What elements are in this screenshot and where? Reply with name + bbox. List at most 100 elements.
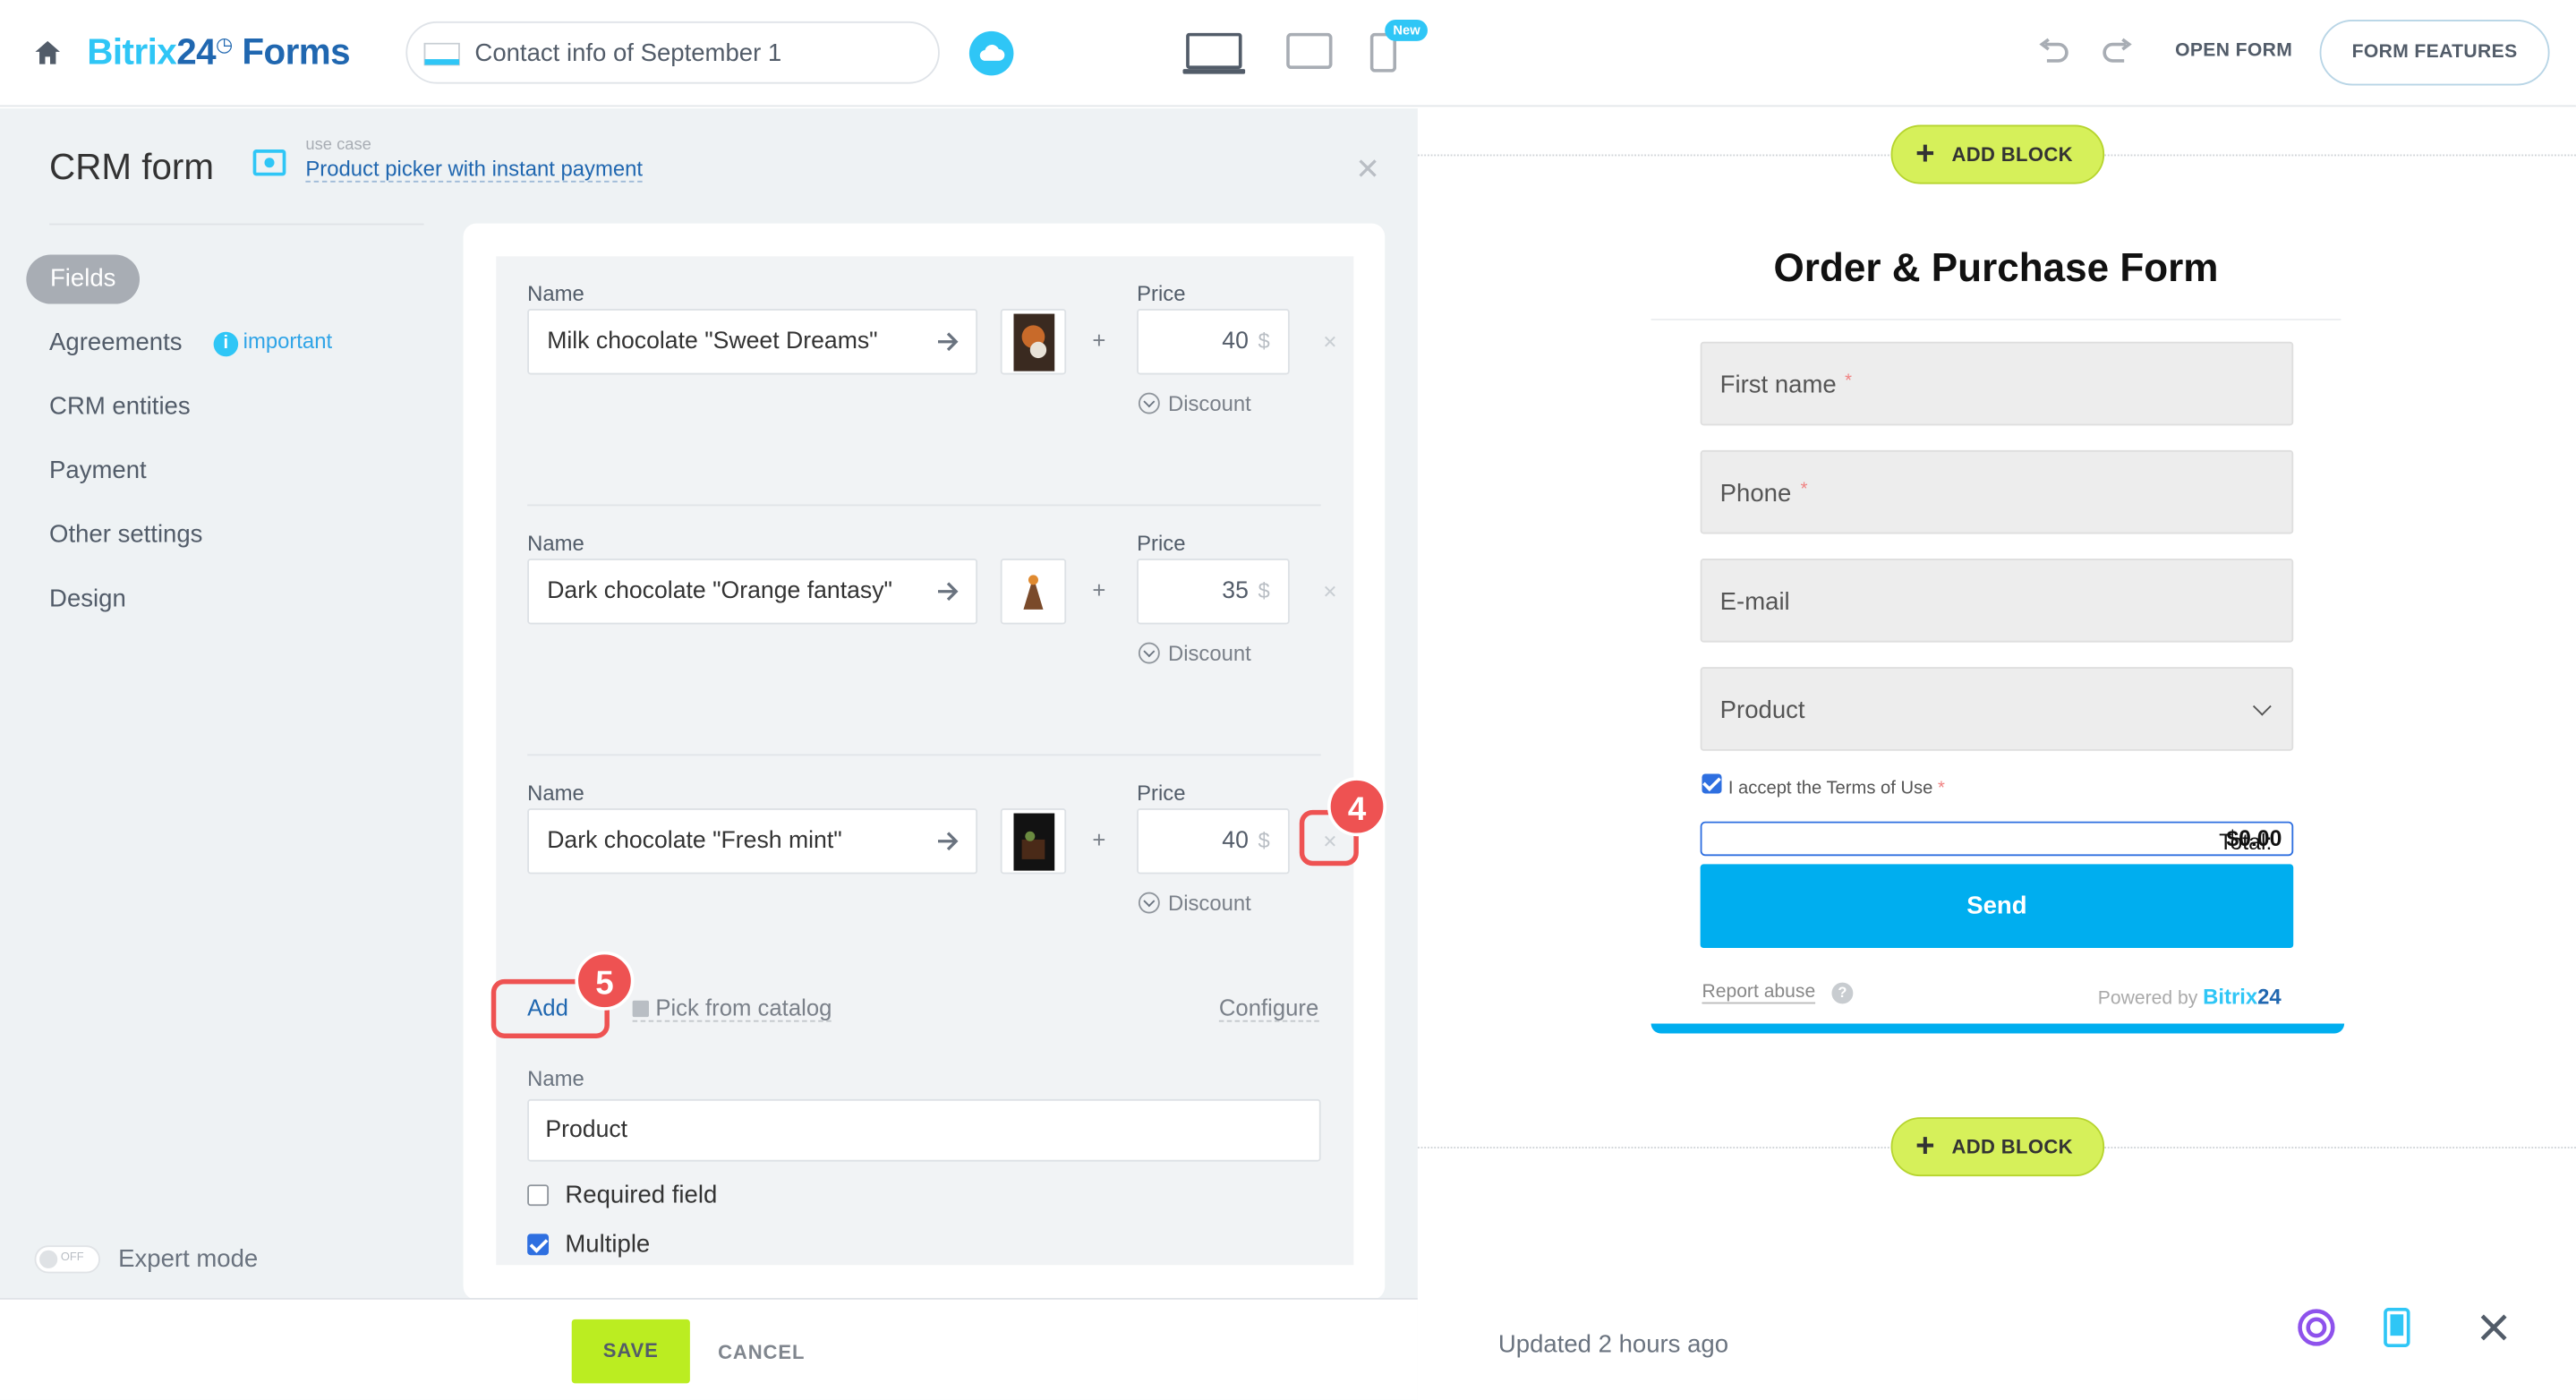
sidebar-item-fields[interactable]: Fields — [26, 254, 141, 304]
name-label: Name — [527, 280, 584, 306]
close-icon[interactable] — [2479, 1312, 2509, 1342]
cancel-button[interactable]: CANCEL — [718, 1341, 805, 1364]
configure-link[interactable]: Configure — [1218, 994, 1319, 1022]
brand-logo: Bitrix24◷ Forms — [87, 30, 351, 73]
redo-icon[interactable] — [2101, 38, 2134, 67]
sidebar-item-payment[interactable]: Payment — [49, 457, 147, 484]
sidebar-item-design[interactable]: Design — [49, 585, 126, 612]
product-image[interactable] — [1000, 559, 1067, 625]
send-button[interactable]: Send — [1700, 864, 2294, 949]
tablet-view-icon[interactable] — [1286, 32, 1333, 70]
open-form-button[interactable]: OPEN FORM — [2175, 41, 2292, 61]
product-name-field[interactable]: Dark chocolate "Fresh mint" — [527, 808, 978, 875]
add-image-button[interactable]: + — [1088, 578, 1111, 602]
product-row: Name Price Milk chocolate "Sweet Dreams"… — [496, 256, 1353, 507]
remove-product-icon[interactable]: ✕ — [1322, 332, 1337, 354]
form-features-button[interactable]: FORM FEATURES — [2319, 20, 2550, 86]
clock-icon: ◷ — [216, 32, 233, 56]
step-marker-5: 5 — [575, 951, 635, 1011]
name-label: Name — [527, 530, 584, 556]
terms-checkbox[interactable] — [1702, 773, 1722, 794]
field-name-label: Name — [527, 1066, 584, 1091]
product-image[interactable] — [1000, 808, 1067, 875]
arrow-right-icon[interactable] — [936, 830, 960, 853]
product-name-field[interactable]: Dark chocolate "Orange fantasy" — [527, 559, 978, 625]
copilot-icon[interactable] — [2297, 1308, 2336, 1347]
terms-label[interactable]: I accept the Terms of Use * — [1728, 779, 1945, 798]
form-preview: + ADD BLOCK Order & Purchase Form First n… — [1417, 108, 2576, 1400]
form-title-text: Contact info of September 1 — [474, 39, 782, 68]
discount-toggle[interactable]: Discount — [1138, 391, 1251, 415]
expert-mode-label: Expert mode — [118, 1245, 259, 1274]
discount-toggle[interactable]: Discount — [1138, 891, 1251, 915]
price-field[interactable]: 40 $ — [1137, 808, 1290, 875]
last-updated-text: Updated 2 hours ago — [1497, 1330, 1729, 1359]
multiple-checkbox[interactable] — [527, 1234, 550, 1256]
product-name-field[interactable]: Milk chocolate "Sweet Dreams" — [527, 309, 978, 375]
first-name-field[interactable]: First name * — [1700, 341, 2294, 426]
usecase-icon — [252, 149, 286, 176]
chocolate-image — [1013, 813, 1055, 871]
action-bar: SAVE CANCEL — [0, 1297, 1418, 1400]
multiple-label: Multiple — [565, 1230, 651, 1259]
arrow-right-icon[interactable] — [936, 580, 960, 603]
plus-icon: + — [1915, 1128, 1935, 1165]
required-field-label: Required field — [565, 1181, 718, 1209]
chevron-down-icon — [1138, 642, 1160, 664]
report-abuse-link[interactable]: Report abuse — [1702, 983, 1816, 1004]
expert-mode-toggle[interactable]: OFF — [34, 1245, 100, 1274]
mobile-preview-icon[interactable] — [2382, 1307, 2411, 1348]
phone-field[interactable]: Phone * — [1700, 449, 2294, 534]
sidebar-divider — [49, 223, 424, 226]
cloud-save-button[interactable] — [968, 30, 1014, 76]
price-label: Price — [1137, 530, 1186, 556]
crm-form-slider: CRM form use case Product picker with in… — [0, 108, 1418, 1400]
chevron-down-icon — [2252, 696, 2272, 716]
chevron-down-icon — [1138, 392, 1160, 414]
chevron-down-icon — [1138, 892, 1160, 914]
name-label: Name — [527, 780, 584, 806]
undo-icon[interactable] — [2037, 38, 2070, 67]
form-icon — [423, 42, 460, 66]
add-block-button[interactable]: + ADD BLOCK — [1890, 124, 2105, 184]
close-icon[interactable]: ✕ — [1355, 153, 1380, 188]
save-button[interactable]: SAVE — [571, 1319, 690, 1384]
price-field[interactable]: 40 $ — [1137, 309, 1290, 375]
top-toolbar: Bitrix24◷ Forms Contact info of Septembe… — [0, 0, 2576, 107]
plus-icon: + — [1915, 136, 1935, 173]
arrow-right-icon[interactable] — [936, 330, 960, 354]
toggle-knob — [39, 1250, 58, 1268]
total-field: Total: $0.00 — [1700, 821, 2294, 857]
home-icon[interactable] — [33, 38, 63, 67]
step-marker-4: 4 — [1327, 777, 1387, 837]
price-label: Price — [1137, 780, 1186, 806]
product-list: Name Price Milk chocolate "Sweet Dreams"… — [496, 256, 1354, 1266]
usecase-label: use case — [305, 136, 371, 155]
powered-by[interactable]: Powered by Bitrix24 — [2098, 984, 2282, 1009]
sidebar-item-other-settings[interactable]: Other settings — [49, 521, 202, 549]
sidebar-item-crm-entities[interactable]: CRM entities — [49, 393, 191, 421]
remove-product-icon[interactable]: ✕ — [1322, 582, 1337, 603]
add-block-button[interactable]: + ADD BLOCK — [1890, 1117, 2105, 1177]
fields-card: Name Price Milk chocolate "Sweet Dreams"… — [463, 223, 1386, 1300]
product-image[interactable] — [1000, 309, 1067, 375]
sidebar-item-agreements[interactable]: Agreements — [49, 329, 182, 356]
info-icon: i — [213, 331, 239, 357]
important-badge[interactable]: i important — [213, 329, 332, 357]
pick-from-catalog-link[interactable]: Pick from catalog — [632, 994, 832, 1022]
price-field[interactable]: 35 $ — [1137, 559, 1290, 625]
product-select[interactable]: Product — [1700, 667, 2294, 751]
field-name-input[interactable]: Product — [527, 1098, 1321, 1162]
form-title-field[interactable]: Contact info of September 1 — [405, 21, 940, 84]
usecase-link[interactable]: Product picker with instant payment — [305, 156, 644, 183]
discount-toggle[interactable]: Discount — [1138, 641, 1251, 665]
desktop-view-icon[interactable] — [1182, 32, 1246, 76]
price-label: Price — [1137, 280, 1186, 306]
email-field[interactable]: E-mail — [1700, 559, 2294, 643]
add-image-button[interactable]: + — [1088, 329, 1111, 352]
cloud-icon — [979, 44, 1005, 61]
help-icon[interactable]: ? — [1831, 982, 1854, 1004]
add-image-button[interactable]: + — [1088, 828, 1111, 851]
chocolate-image — [1013, 313, 1055, 371]
required-field-checkbox[interactable] — [527, 1184, 550, 1207]
